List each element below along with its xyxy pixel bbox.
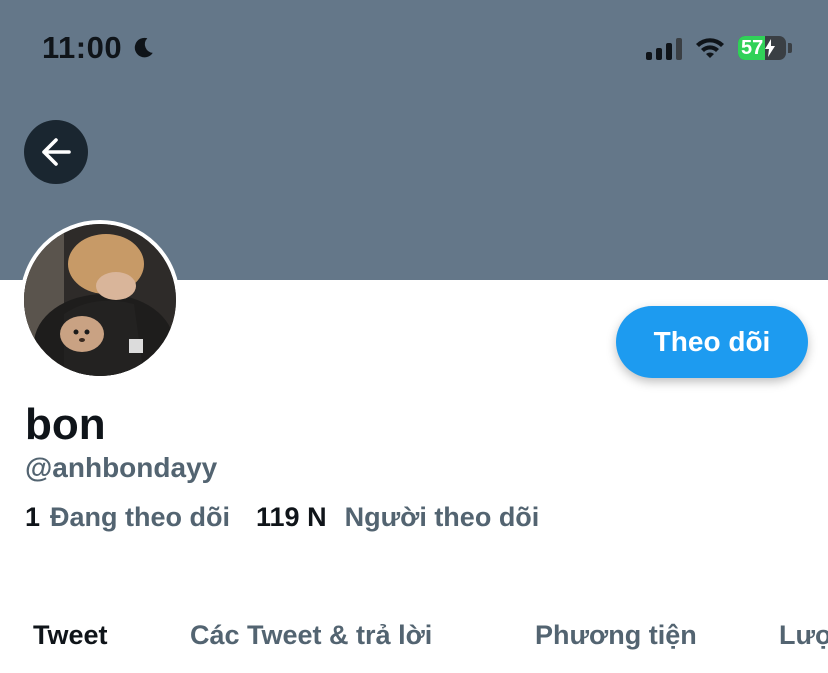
wifi-icon: [696, 38, 724, 58]
status-bar: 11:00 57: [0, 0, 828, 100]
arrow-left-icon: [42, 138, 71, 166]
tab-media[interactable]: Phương tiện: [535, 620, 697, 651]
avatar[interactable]: [20, 220, 180, 380]
tab-likes[interactable]: Lượ: [779, 620, 828, 651]
follow-button[interactable]: Theo dõi: [616, 306, 808, 378]
user-handle: @anhbondayy: [25, 452, 218, 483]
status-indicators: 57: [646, 36, 792, 60]
status-time: 11:00: [42, 30, 156, 66]
following-count: 1: [25, 502, 41, 532]
charging-bolt-icon: [765, 39, 776, 57]
followers-label: Người theo dõi: [344, 502, 540, 532]
clock-time: 11:00: [42, 30, 123, 65]
battery-percent: 57: [741, 36, 764, 59]
following-link[interactable]: 1 Đang theo dõi: [25, 502, 230, 533]
profile-tabs: Tweet Các Tweet & trả lời Phương tiện Lư…: [0, 606, 828, 673]
followers-link[interactable]: 119 N Người theo dõi: [256, 502, 539, 533]
follow-stats: 1 Đang theo dõi 119 N Người theo dõi: [25, 502, 539, 533]
cellular-signal-icon: [646, 36, 682, 60]
display-name: bon: [25, 400, 106, 449]
battery-charging-icon: 57: [738, 36, 786, 60]
tab-tweets-and-replies[interactable]: Các Tweet & trả lời: [190, 620, 432, 651]
moon-icon: [134, 37, 153, 58]
following-label: Đang theo dõi: [50, 502, 231, 532]
avatar-photo: [24, 224, 176, 376]
back-button[interactable]: [24, 120, 88, 184]
followers-count: 119 N: [256, 502, 327, 532]
tab-tweets[interactable]: Tweet: [33, 620, 108, 651]
